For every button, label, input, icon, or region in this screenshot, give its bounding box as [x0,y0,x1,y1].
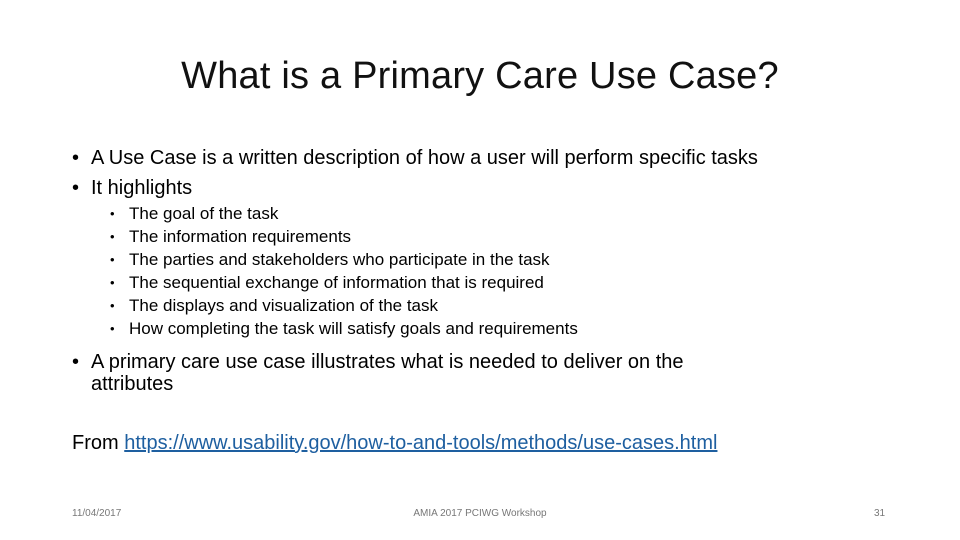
sub-bullet-item: • The information requirements [110,225,351,248]
footer-title: AMIA 2017 PCIWG Workshop [413,508,547,519]
sub-bullet-text: The sequential exchange of information t… [129,273,544,292]
sub-bullet-text: The information requirements [129,227,352,246]
sub-bullet-text: How completing the task will satisfy goa… [129,319,578,338]
sub-bullet-text: The goal of the task [129,204,279,223]
slide-number: 31 [874,508,886,519]
sub-bullet-item: • The sequential exchange of information … [110,271,544,294]
bullet-item: • It highlights [72,176,192,200]
sub-bullet-text: The displays and visualization of the ta… [129,296,439,315]
sub-bullet-item: • The goal of the task [110,202,278,225]
bullet-item: • A primary care use case illustrates wha… [72,350,684,374]
slide-title: What is a Primary Care Use Case? [181,55,779,97]
bullet-dot: • [110,206,115,221]
bullet-dot: • [72,147,80,169]
source-prefix: From [72,432,119,454]
bullet-dot: • [110,275,115,290]
bullet-dot: • [110,321,115,336]
bullet-dot: • [72,351,80,373]
sub-bullet-item: • The displays and visualization of the t… [110,294,438,317]
bullet-dot: • [110,298,115,313]
sub-bullet-item: • How completing the task will satisfy go… [110,317,578,340]
bullet-text-continuation: attributes [91,373,174,395]
source-link[interactable]: https://www.usability.gov/how-to-and-too… [124,432,717,454]
sub-bullet-item: • The parties and stakeholders who partic… [110,248,550,271]
bullet-dot: • [110,229,115,244]
sub-bullet-text: The parties and stakeholders who partici… [129,250,550,269]
bullet-text: It highlights [91,177,193,199]
bullet-dot: • [72,177,80,199]
bullet-text: A Use Case is a written description of h… [91,147,758,169]
bullet-item: • A Use Case is a written description of … [72,146,758,170]
bullet-text: A primary care use case illustrates what… [91,351,684,373]
source-line: From https://www.usability.gov/how-to-an… [72,432,717,455]
bullet-dot: • [110,252,115,267]
